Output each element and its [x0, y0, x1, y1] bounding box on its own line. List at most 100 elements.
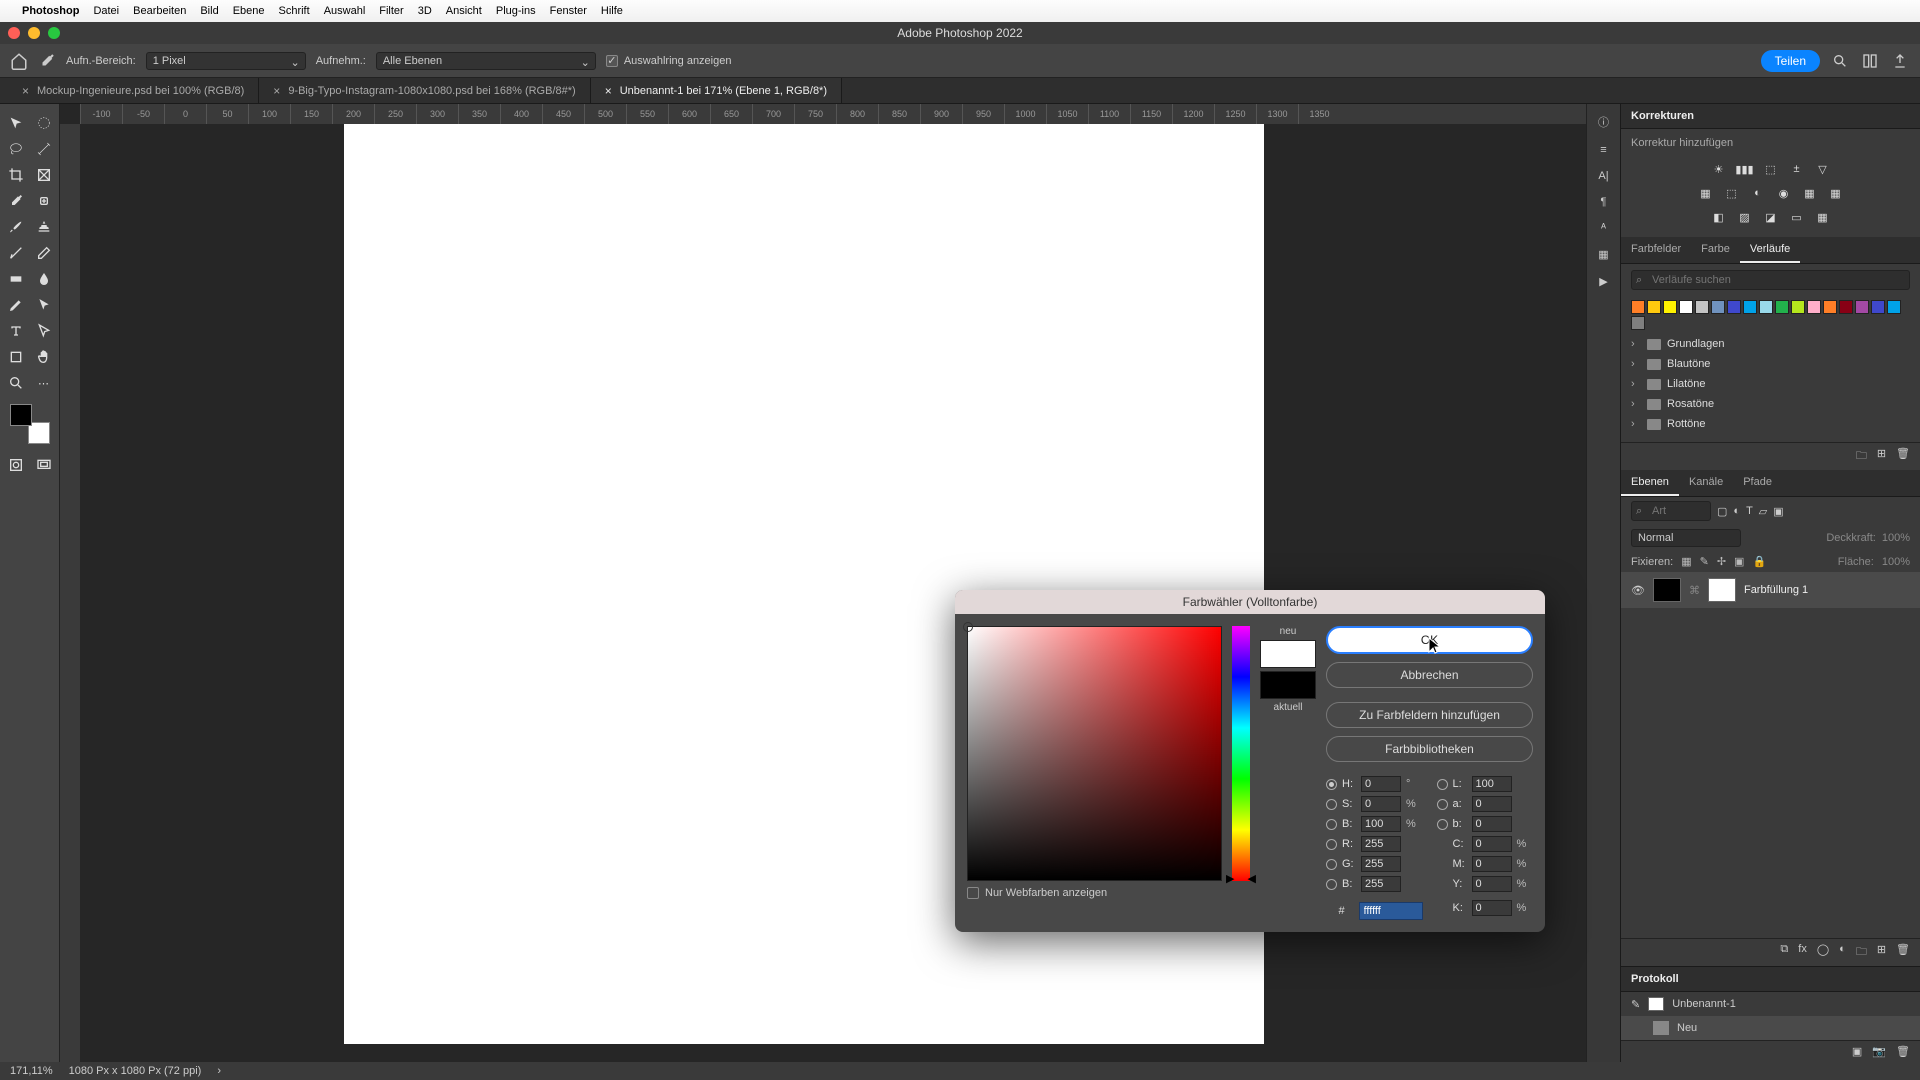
zoom-tool-icon[interactable] — [3, 370, 29, 396]
tab-swatches[interactable]: Farbfelder — [1621, 237, 1691, 263]
foreground-background-colors[interactable] — [10, 404, 50, 444]
menu-window[interactable]: Fenster — [550, 5, 587, 17]
radio-l[interactable] — [1437, 779, 1448, 790]
invert-icon[interactable]: ◧ — [1709, 209, 1729, 225]
gradient-preset-swatch[interactable] — [1727, 300, 1741, 314]
exposure-icon[interactable]: ± — [1787, 161, 1807, 177]
type-tool-icon[interactable] — [3, 318, 29, 344]
home-icon[interactable] — [10, 52, 28, 70]
filter-type-icon[interactable]: T — [1746, 505, 1753, 517]
menu-edit[interactable]: Bearbeiten — [133, 5, 186, 17]
blend-mode-select[interactable]: Normal — [1631, 529, 1741, 547]
lightness-input[interactable] — [1472, 776, 1512, 792]
document-tab[interactable]: × 9-Big-Typo-Instagram-1080x1080.psd bei… — [259, 78, 590, 103]
blur-tool-icon[interactable] — [31, 266, 57, 292]
blue-input[interactable] — [1361, 876, 1401, 892]
new-layer-icon[interactable]: ⊞ — [1877, 943, 1886, 962]
frame-tool-icon[interactable] — [31, 162, 57, 188]
filter-shape-icon[interactable]: ▱ — [1759, 505, 1767, 518]
snapshot-icon[interactable]: 📷 — [1872, 1045, 1886, 1058]
cancel-button[interactable]: Abbrechen — [1326, 662, 1533, 688]
radio-r[interactable] — [1326, 839, 1337, 850]
hand-tool-icon[interactable] — [31, 344, 57, 370]
crop-tool-icon[interactable] — [3, 162, 29, 188]
quick-mask-icon[interactable] — [3, 452, 29, 478]
new-icon[interactable]: ⊞ — [1877, 447, 1886, 466]
layer-name[interactable]: Farbfüllung 1 — [1744, 584, 1808, 596]
window-titlebar[interactable]: Adobe Photoshop 2022 — [0, 22, 1920, 44]
paragraph-panel-icon[interactable]: ¶ — [1601, 196, 1607, 208]
properties-panel-icon[interactable]: ≡ — [1600, 144, 1606, 156]
visibility-eye-icon[interactable]: 👁 — [1631, 584, 1645, 597]
lock-artboard-icon[interactable]: ▣ — [1734, 555, 1744, 568]
close-icon[interactable]: × — [22, 84, 29, 98]
red-input[interactable] — [1361, 836, 1401, 852]
close-window-button[interactable] — [8, 27, 20, 39]
radio-a[interactable] — [1437, 799, 1448, 810]
curves-icon[interactable]: ⬚ — [1761, 161, 1781, 177]
corrections-panel-header[interactable]: Korrekturen — [1621, 104, 1920, 129]
magic-wand-icon[interactable] — [31, 136, 57, 162]
sample-from-select[interactable]: Alle Ebenen⌄ — [376, 52, 596, 70]
gradient-preset-swatch[interactable] — [1855, 300, 1869, 314]
lasso-tool-icon[interactable] — [3, 136, 29, 162]
dialog-title[interactable]: Farbwähler (Volltonfarbe) — [955, 590, 1545, 614]
link-layers-icon[interactable]: ⧉ — [1780, 943, 1788, 962]
radio-blue[interactable] — [1326, 879, 1337, 890]
lut-icon[interactable]: ▦ — [1826, 185, 1846, 201]
glyphs-panel-icon[interactable]: ᴬ — [1601, 222, 1606, 234]
share-export-icon[interactable] — [1890, 51, 1910, 71]
filter-adjust-icon[interactable]: ◐ — [1733, 505, 1740, 517]
gradient-folder[interactable]: ›Grundlagen — [1627, 334, 1914, 354]
menu-filter[interactable]: Filter — [379, 5, 403, 17]
foreground-color-swatch[interactable] — [10, 404, 32, 426]
hue-strip[interactable]: ▶◀ — [1232, 626, 1250, 881]
menu-select[interactable]: Auswahl — [324, 5, 366, 17]
delete-state-icon[interactable]: 🗑 — [1896, 1045, 1910, 1058]
radio-h[interactable] — [1326, 779, 1337, 790]
status-chevron-icon[interactable]: › — [217, 1065, 221, 1077]
zoom-display[interactable]: 171,11% — [10, 1065, 53, 1077]
gradient-folder[interactable]: ›Rosatöne — [1627, 394, 1914, 414]
web-colors-only-checkbox[interactable]: Nur Webfarben anzeigen — [967, 887, 1222, 899]
menu-view[interactable]: Ansicht — [446, 5, 482, 17]
workspace-icon[interactable] — [1860, 51, 1880, 71]
gradient-preset-swatch[interactable] — [1711, 300, 1725, 314]
gradient-preset-swatch[interactable] — [1823, 300, 1837, 314]
menu-plugins[interactable]: Plug-ins — [496, 5, 536, 17]
tab-gradients[interactable]: Verläufe — [1740, 237, 1800, 263]
posterize-icon[interactable]: ▨ — [1735, 209, 1755, 225]
cyan-input[interactable] — [1472, 836, 1512, 852]
radio-g[interactable] — [1326, 859, 1337, 870]
menu-file[interactable]: Datei — [93, 5, 119, 17]
eyedropper-tool-icon[interactable] — [38, 52, 56, 70]
color-libraries-button[interactable]: Farbbibliotheken — [1326, 736, 1533, 762]
new-document-from-state-icon[interactable]: ▣ — [1852, 1045, 1862, 1058]
pen-tool-icon[interactable] — [3, 292, 29, 318]
layer-row[interactable]: 👁 ⌘ Farbfüllung 1 — [1621, 572, 1920, 608]
layer-thumbnail[interactable] — [1653, 578, 1681, 602]
lock-position-icon[interactable]: ✢ — [1717, 555, 1726, 568]
eyedropper-icon[interactable] — [3, 188, 29, 214]
brightness-icon[interactable]: ☀ — [1709, 161, 1729, 177]
menu-3d[interactable]: 3D — [418, 5, 432, 17]
gradient-preset-swatch[interactable] — [1647, 300, 1661, 314]
adjustment-layer-icon[interactable]: ◐ — [1839, 943, 1846, 962]
gradients-search-input[interactable] — [1631, 270, 1910, 290]
sample-area-select[interactable]: 1 Pixel⌄ — [146, 52, 306, 70]
gradient-preset-swatch[interactable] — [1839, 300, 1853, 314]
menu-type[interactable]: Schrift — [279, 5, 310, 17]
styles-panel-icon[interactable]: ▦ — [1598, 248, 1608, 261]
add-to-swatches-button[interactable]: Zu Farbfeldern hinzufügen — [1326, 702, 1533, 728]
app-name[interactable]: Photoshop — [22, 5, 79, 17]
saturation-input[interactable] — [1361, 796, 1401, 812]
filter-image-icon[interactable]: ▢ — [1717, 505, 1727, 518]
path-select-icon[interactable] — [31, 292, 57, 318]
selective-icon[interactable]: ▦ — [1813, 209, 1833, 225]
balance-icon[interactable]: ⬚ — [1722, 185, 1742, 201]
radio-s[interactable] — [1326, 799, 1337, 810]
marquee-ellipse-icon[interactable] — [31, 110, 57, 136]
filter-smart-icon[interactable]: ▣ — [1773, 505, 1783, 518]
gradient-folder[interactable]: ›Blautöne — [1627, 354, 1914, 374]
radio-b-lab[interactable] — [1437, 819, 1448, 830]
